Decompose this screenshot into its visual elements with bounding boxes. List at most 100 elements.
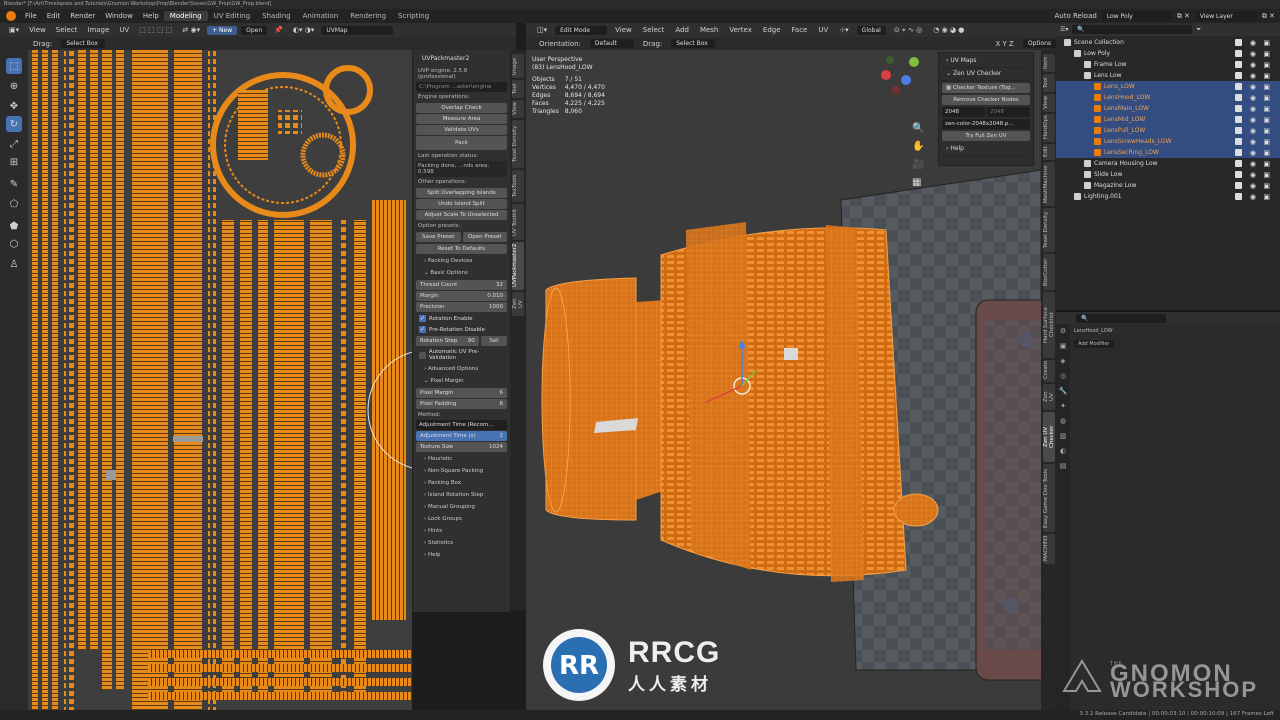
vp-menu-face[interactable]: Face [789, 26, 811, 34]
uv-menu-image[interactable]: Image [84, 26, 112, 34]
pinch-tool-icon[interactable]: ⬡ [6, 236, 22, 252]
tab-hardops[interactable]: HardOps [1043, 114, 1055, 142]
outliner-row[interactable]: Camera Housing Low ◉ ▣ [1056, 158, 1280, 169]
select-box-tool-icon[interactable]: ⬚ [6, 58, 22, 74]
packing-devices-section[interactable]: › Packing Devices [416, 255, 507, 267]
exclude-checkbox[interactable] [1235, 138, 1242, 145]
tab-zen-uv-checker[interactable]: Zen UV Checker [1043, 412, 1055, 462]
properties-search-input[interactable]: 🔍 [1076, 313, 1166, 323]
outliner-row[interactable]: Scene Collection ◉ ▣ [1056, 37, 1280, 48]
render-camera-icon[interactable]: ▣ [1263, 160, 1270, 168]
workspace-tab-uv-editing[interactable]: UV Editing [208, 11, 257, 21]
checker-texture-toggle[interactable]: ▦ Checker Texture (Tog... [942, 83, 1030, 93]
workspace-tab-rendering[interactable]: Rendering [344, 11, 392, 21]
view-layer-icons[interactable]: ⧉ ✕ [1257, 12, 1280, 21]
thread-count-field[interactable]: Thread Count 32 [416, 280, 507, 290]
tab-machin3[interactable]: MACHIN3 [1043, 534, 1055, 564]
exclude-checkbox[interactable] [1235, 61, 1242, 68]
render-camera-icon[interactable]: ▣ [1263, 149, 1270, 157]
overlap-check-button[interactable]: Overlap Check [416, 103, 507, 113]
uv-canvas[interactable] [28, 50, 412, 710]
hints-section[interactable]: › Hints [416, 525, 507, 537]
auto-validation-checkbox[interactable]: Automatic UV Pre-Validation [416, 347, 507, 363]
new-image-button[interactable]: + New [207, 25, 238, 35]
exclude-checkbox[interactable] [1235, 83, 1242, 90]
tab-edit[interactable]: Edit [1043, 144, 1055, 160]
outliner-row[interactable]: Lens Low ◉ ▣ [1056, 70, 1280, 81]
vp-menu-add[interactable]: Add [672, 26, 692, 34]
shading-icons[interactable]: ◔ ◉ ◕ ● [930, 26, 967, 34]
non-square-section[interactable]: › Non-Square Packing [416, 465, 507, 477]
outliner-row[interactable]: Magazine Low ◉ ▣ [1056, 180, 1280, 191]
blender-logo-icon[interactable] [6, 11, 16, 21]
try-full-zen-uv-button[interactable]: Try Full Zen UV [942, 131, 1030, 141]
exclude-checkbox[interactable] [1235, 127, 1242, 134]
render-camera-icon[interactable]: ▣ [1263, 61, 1270, 69]
render-camera-icon[interactable]: ▣ [1263, 39, 1270, 47]
tab-tool[interactable]: Tool [1043, 74, 1055, 92]
tab-zen-uv[interactable]: Zen UV [1043, 384, 1055, 410]
visibility-eye-icon[interactable]: ◉ [1250, 149, 1256, 157]
relax-tool-icon[interactable]: ⬟ [6, 218, 22, 234]
outliner-row[interactable]: LensHood_LOW ◉ ▣ [1056, 92, 1280, 103]
render-camera-icon[interactable]: ▣ [1263, 138, 1270, 146]
rotation-set-dropdown[interactable]: Set [480, 336, 507, 346]
vp-menu-edge[interactable]: Edge [760, 26, 784, 34]
outliner-search-input[interactable]: 🔍 [1072, 25, 1193, 34]
orientation-dropdown[interactable]: Default [589, 39, 634, 48]
outliner-row[interactable]: Frame Low ◉ ▣ [1056, 59, 1280, 70]
validate-uvs-button[interactable]: Validate UVs [416, 125, 507, 135]
grab-tool-icon[interactable]: ⬠ [6, 196, 22, 212]
visibility-eye-icon[interactable]: ◉ [1250, 182, 1256, 190]
visibility-eye-icon[interactable]: ◉ [1250, 83, 1256, 91]
exclude-checkbox[interactable] [1235, 193, 1242, 200]
visibility-eye-icon[interactable]: ◉ [1250, 138, 1256, 146]
render-camera-icon[interactable]: ▣ [1263, 127, 1270, 135]
filter-icon[interactable]: ⏷ [1196, 26, 1201, 34]
outliner-row[interactable]: LensSecRing_LOW ◉ ▣ [1056, 147, 1280, 158]
exclude-checkbox[interactable] [1235, 72, 1242, 79]
tab-create[interactable]: Create [1043, 360, 1055, 382]
reset-defaults-button[interactable]: Reset To Defaults [416, 244, 507, 254]
render-camera-icon[interactable]: ▣ [1263, 94, 1270, 102]
tab-zen-uv[interactable]: Zen UV [512, 292, 524, 316]
vp-menu-select[interactable]: Select [640, 26, 668, 34]
render-camera-icon[interactable]: ▣ [1263, 193, 1270, 201]
vp-menu-view[interactable]: View [612, 26, 635, 34]
texture-size-field[interactable]: Texture Size 1024 [416, 442, 507, 452]
uv-select-mode-icons[interactable]: ⬚ ⬚ ⬚ ⬚ [136, 26, 175, 34]
menu-help[interactable]: Help [138, 12, 164, 20]
workspace-tab-scripting[interactable]: Scripting [392, 11, 435, 21]
pixel-margin-section[interactable]: ⌄ Pixel Margin [416, 375, 507, 387]
outliner-row[interactable]: LensScrewHeads_LOW ◉ ▣ [1056, 136, 1280, 147]
render-camera-icon[interactable]: ▣ [1263, 182, 1270, 190]
outliner-row[interactable]: Low Poly ◉ ▣ [1056, 48, 1280, 59]
tab-texel-density[interactable]: Texel Density [512, 120, 524, 168]
pack-button[interactable]: Pack [416, 136, 507, 150]
tab-boxcutter[interactable]: BoxCutter [1043, 254, 1055, 290]
editor-type-icon[interactable]: ▣▾ [6, 26, 22, 34]
lock-groups-section[interactable]: › Lock Groups [416, 513, 507, 525]
margin-field[interactable]: Margin 0.010 [416, 291, 507, 301]
measure-area-button[interactable]: Measure Area [416, 114, 507, 124]
snapping-icons[interactable]: ⊙ ⌖ ∿ ◎ [891, 26, 925, 35]
uv-overlay-icons[interactable]: ◐▾ ◑▾ [290, 26, 317, 34]
transform-orientation-icon[interactable]: ⊹▾ [836, 26, 851, 34]
precision-field[interactable]: Precision 1000 [416, 302, 507, 312]
exclude-checkbox[interactable] [1235, 160, 1242, 167]
exclude-checkbox[interactable] [1235, 116, 1242, 123]
visibility-eye-icon[interactable]: ◉ [1250, 39, 1256, 47]
uv-menu-uv[interactable]: UV [116, 26, 132, 34]
rotation-step-field[interactable]: Rotation Step 90 [416, 336, 479, 346]
pixel-padding-field[interactable]: Pixel Padding 8 [416, 399, 507, 409]
tab-view[interactable]: View [1043, 94, 1055, 112]
checker-image-dropdown[interactable]: zen-color-2048x2048.p... [942, 119, 1030, 129]
scene-icons[interactable]: ⧉ ✕ [1172, 12, 1195, 21]
menu-file[interactable]: File [20, 12, 42, 20]
method-dropdown[interactable]: Adjustment Time (Recom... [416, 420, 507, 430]
viewport-editor-type-icon[interactable]: ◫▾ [534, 26, 550, 34]
tab-texel-density[interactable]: Texel Density [1043, 208, 1055, 252]
visibility-eye-icon[interactable]: ◉ [1250, 193, 1256, 201]
undo-split-button[interactable]: Undo Island Split [416, 199, 507, 209]
uv-menu-view[interactable]: View [26, 26, 49, 34]
